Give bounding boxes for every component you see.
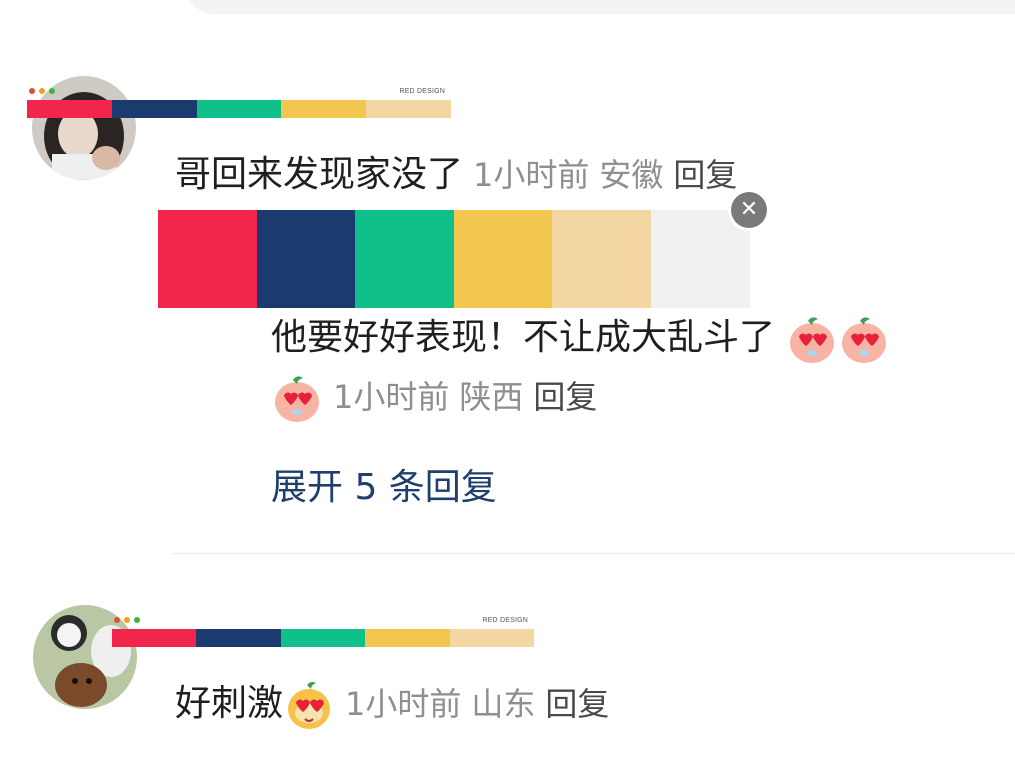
swatch-red [27,100,112,118]
comment-3: 好刺激 1小时前 山东 回复 [175,674,609,731]
big-swatch-beige [552,210,651,308]
green-dot [134,617,140,623]
palette-brand: RED DESIGN [482,617,528,624]
heart-eyes-peach-emoji [838,313,890,365]
big-swatch-red [158,210,257,308]
swatch-yellow [281,100,367,118]
swatch-green [280,629,366,647]
comment-2-meta: 1小时前 陕西 回复 [271,372,597,424]
color-palette-strip: RED DESIGN [27,88,451,118]
reply-button[interactable]: 回复 [545,685,609,723]
divider [172,553,1015,554]
big-swatch-navy [256,210,356,308]
expand-replies-link[interactable]: 展开 5 条回复 [271,458,497,510]
orange-dot [39,88,45,94]
comment-time: 1小时前 [473,156,590,194]
window-dots [114,617,140,623]
heart-eyes-peach-emoji [786,313,838,365]
green-dot [49,88,55,94]
comment-location: 陕西 [459,378,524,416]
comment-time: 1小时前 [333,378,450,416]
swatch-navy [196,629,281,647]
orange-dot [124,617,130,623]
big-swatch-yellow [453,210,553,308]
swatch-yellow [365,629,450,647]
comment-text: 他要好好表现！不让成大乱斗了 [271,317,776,358]
comment-time: 1小时前 [345,685,462,723]
swatch-beige [449,629,535,647]
big-swatch-green [355,210,454,308]
red-dot [29,88,35,94]
big-swatch-light [650,210,750,308]
reply-button[interactable]: 回复 [533,378,597,416]
heart-eyes-peach-emoji [271,372,323,424]
window-dots [29,88,55,94]
palette-brand: RED DESIGN [399,88,445,95]
previous-comment-bubble [185,0,1015,14]
swatch-beige [366,100,451,118]
heart-eyes-pear-emoji [283,679,335,731]
comment-2: 他要好好表现！不让成大乱斗了 [271,308,890,365]
comment-location: 山东 [471,685,536,723]
swatch-navy [111,100,197,118]
palette-sticker[interactable] [158,210,750,308]
red-dot [114,617,120,623]
reply-button[interactable]: 回复 [673,156,737,194]
comment-1: 哥回来发现家没了 1小时前 安徽 回复 [175,145,737,197]
comment-text: 好刺激 [175,683,284,724]
close-icon[interactable]: ✕ [731,192,767,228]
comment-text: 哥回来发现家没了 [175,154,464,195]
swatch-red [112,629,197,647]
comment-location: 安徽 [599,156,664,194]
swatch-green [196,100,282,118]
color-palette-strip: RED DESIGN [112,617,535,647]
